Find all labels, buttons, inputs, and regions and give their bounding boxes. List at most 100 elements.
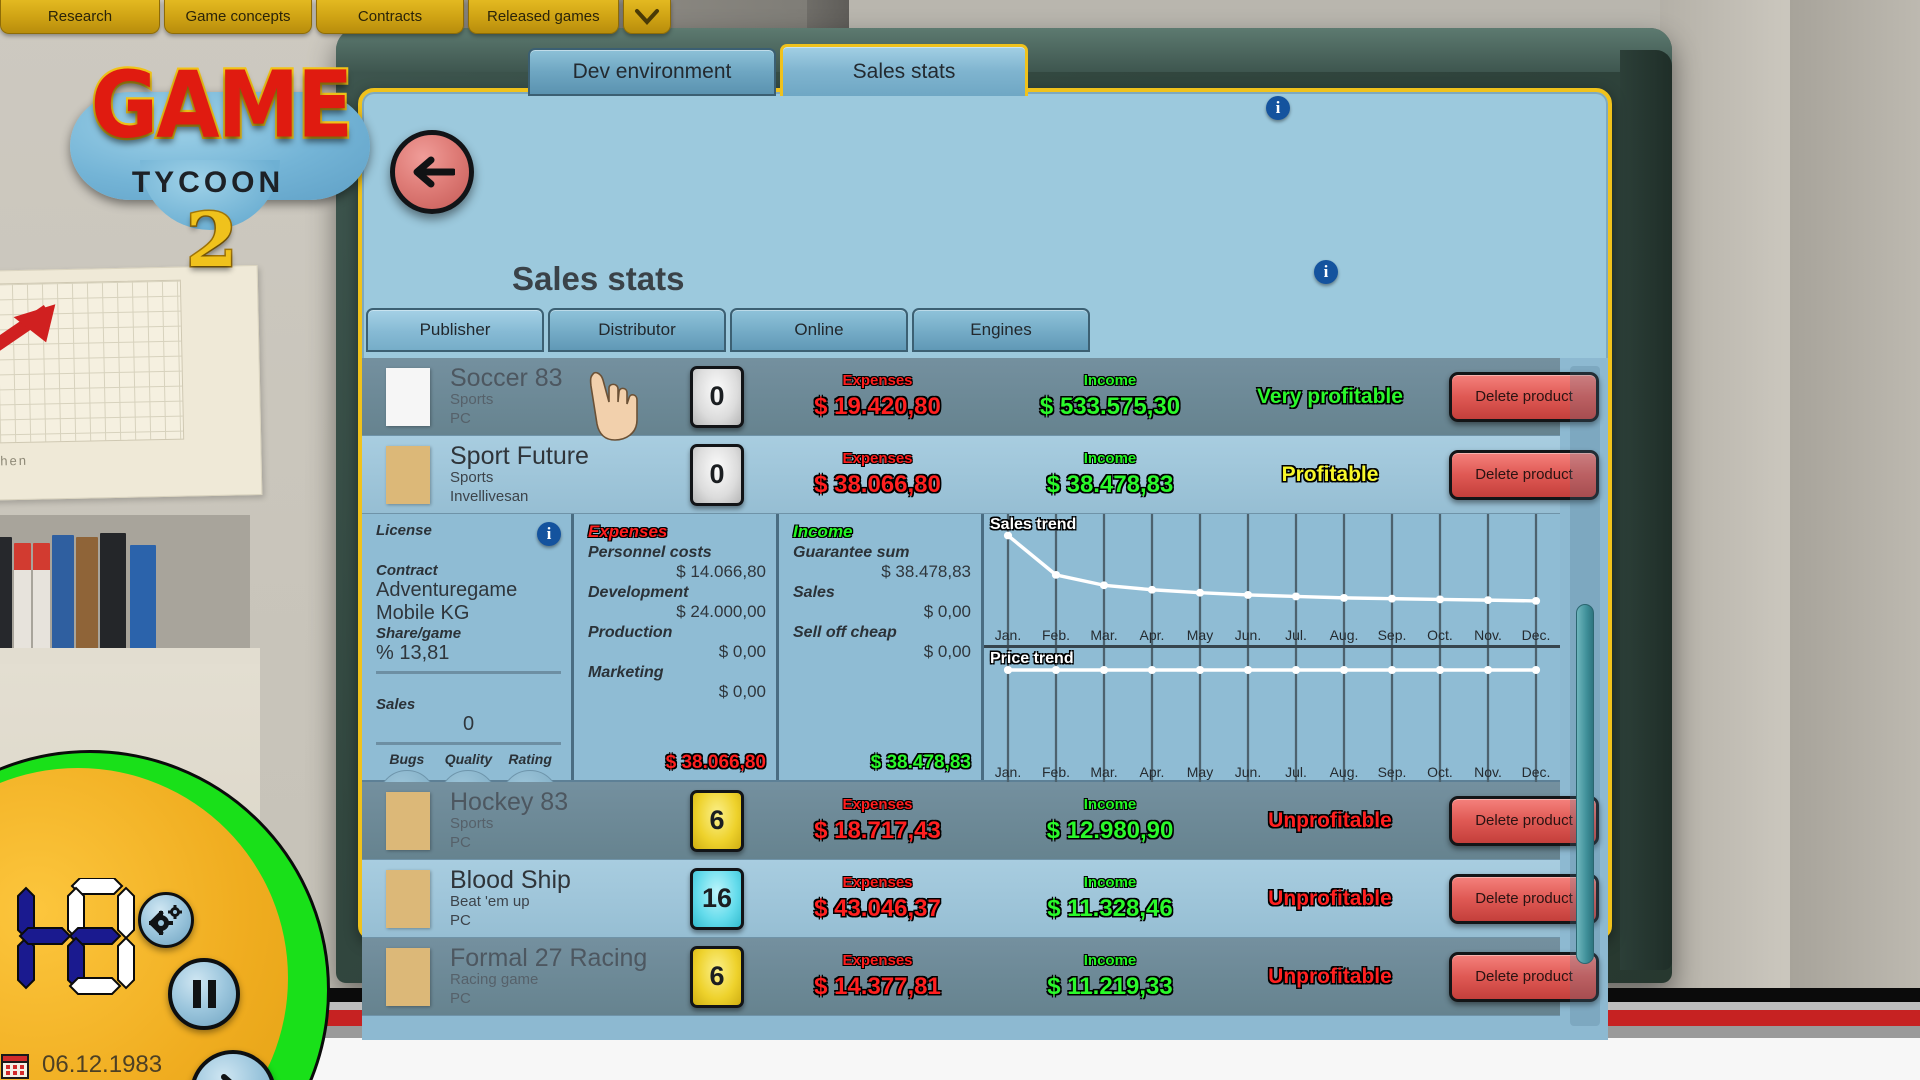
trend-charts: Sales trend Jan.Feb.Mar.Apr.MayJun.Jul.A… (984, 514, 1560, 780)
chart-x-tick: Apr. (1128, 764, 1176, 780)
expenses-cell: Expenses $ 43.046,37 (770, 874, 985, 923)
product-thumbnail (386, 792, 430, 850)
nav-tab-label: Contracts (358, 8, 422, 25)
chart-x-tick: Jun. (1224, 627, 1272, 643)
expense-name: Marketing (588, 664, 766, 682)
logo-tycoon-text: TYCOON (78, 166, 338, 200)
terminal-side-face (1620, 50, 1672, 970)
chart-x-axis-labels: Jan.Feb.Mar.Apr.MayJun.Jul.Aug.Sep.Oct.N… (984, 627, 1560, 643)
income-cell: Income $ 533.575,30 (995, 372, 1225, 421)
status-badge: Unprofitable (1225, 965, 1435, 989)
book (76, 537, 98, 655)
list-scrollbar-thumb[interactable] (1576, 604, 1594, 964)
delete-button-label: Delete product (1475, 812, 1573, 829)
sub-tab-distributor[interactable]: Distributor (548, 308, 726, 352)
tab-sales-stats[interactable]: Sales stats (780, 44, 1028, 96)
chart-x-tick: May (1176, 764, 1224, 780)
poster-arrow-icon (0, 300, 79, 383)
income-value: $ 38.478,83 (995, 471, 1225, 499)
nav-tab-research[interactable]: Research (0, 0, 160, 34)
contract-value: Adventuregame Mobile KG (376, 579, 561, 625)
chart-x-axis-labels: Jan.Feb.Mar.Apr.MayJun.Jul.Aug.Sep.Oct.N… (984, 764, 1560, 780)
expense-item: Marketing $ 0,00 (588, 664, 766, 702)
expense-value: $ 14.066,80 (588, 562, 766, 582)
chart-x-tick: Aug. (1320, 627, 1368, 643)
income-value: $ 38.478,83 (793, 562, 971, 582)
table-row[interactable]: Formal 27 Racing Racing game PC 6 Expens… (362, 938, 1560, 1016)
hud-date-value: 06.12.1983 (42, 1051, 162, 1079)
arrow-left-icon (409, 155, 455, 189)
nav-tab-released-games[interactable]: Released games (468, 0, 619, 34)
income-name: Sell off cheap (793, 624, 971, 642)
sub-tab-bar: Publisher Distributor Online Engines (366, 308, 1090, 352)
age-rating-badge: 6 (690, 790, 744, 852)
chart-x-tick: Oct. (1416, 764, 1464, 780)
table-row[interactable]: Blood Ship Beat 'em up PC 16 Expenses $ … (362, 860, 1560, 938)
back-button[interactable] (390, 130, 474, 214)
nav-tab-contracts[interactable]: Contracts (316, 0, 464, 34)
book (33, 543, 50, 655)
price-trend-chart: Price trend Jan.Feb.Mar.Apr.MayJun.Jul.A… (984, 648, 1560, 782)
income-item: Sell off cheap $ 0,00 (793, 624, 971, 662)
expense-value: $ 24.000,00 (588, 602, 766, 622)
product-platform: PC (450, 834, 680, 853)
nav-expand-button[interactable] (623, 0, 671, 34)
product-title: Sport Future (450, 443, 680, 469)
expenses-value: $ 43.046,37 (770, 895, 985, 923)
book (14, 543, 31, 655)
product-genre: Sports (450, 469, 680, 488)
hud-date-row: 06.12.1983 (0, 1050, 162, 1080)
chart-data-point (1340, 666, 1348, 674)
chart-x-tick: May (1176, 627, 1224, 643)
table-row[interactable]: Soccer 83 Sports PC 0 Expenses $ 19.420,… (362, 358, 1560, 436)
price-trend-svg (984, 648, 1560, 782)
chart-x-tick: Aug. (1320, 764, 1368, 780)
expenses-label: Expenses (770, 874, 985, 891)
product-platform: PC (450, 912, 680, 931)
chart-data-point (1196, 589, 1204, 597)
expense-value: $ 0,00 (588, 642, 766, 662)
expenses-value: $ 19.420,80 (770, 393, 985, 421)
divider (376, 742, 561, 745)
license-info-icon[interactable]: i (537, 522, 561, 546)
expenses-cell: Expenses $ 38.066,80 (770, 450, 985, 499)
header-info-icon[interactable]: i (1266, 96, 1290, 120)
tab-label: Sales stats (853, 60, 956, 84)
table-row[interactable]: Hockey 83 Sports PC 6 Expenses $ 18.717,… (362, 782, 1560, 860)
income-label: Income (995, 450, 1225, 467)
chart-data-point (1436, 666, 1444, 674)
income-cell: Income $ 12.980,90 (995, 796, 1225, 845)
sub-tab-publisher[interactable]: Publisher (366, 308, 544, 352)
chart-x-tick: Apr. (1128, 627, 1176, 643)
product-platform: PC (450, 990, 680, 1009)
chart-x-tick: Nov. (1464, 627, 1512, 643)
speed-seven-segment-display (10, 878, 140, 1018)
income-label: Income (995, 372, 1225, 389)
nav-tab-game-concepts[interactable]: Game concepts (164, 0, 312, 34)
chart-gridlines (1008, 514, 1536, 645)
book (0, 537, 12, 655)
chart-data-point (1148, 666, 1156, 674)
product-names: Hockey 83 Sports PC (450, 789, 680, 853)
pause-button[interactable] (168, 958, 240, 1030)
chart-x-tick: Feb. (1032, 627, 1080, 643)
sub-tab-engines[interactable]: Engines (912, 308, 1090, 352)
tab-dev-environment[interactable]: Dev environment (528, 48, 776, 96)
list-scrollbar-track[interactable] (1570, 366, 1600, 1026)
expenses-value: $ 38.066,80 (770, 471, 985, 499)
sales-trend-chart: Sales trend Jan.Feb.Mar.Apr.MayJun.Jul.A… (984, 514, 1560, 648)
table-row[interactable]: Sport Future Sports Invellivesan 0 Expen… (362, 436, 1560, 514)
settings-button[interactable] (138, 892, 194, 948)
product-platform: PC (450, 410, 680, 429)
sales-stats-window: Dev environment Sales stats Sales stats … (358, 88, 1612, 940)
license-column: License i Contract Adventuregame Mobile … (362, 514, 574, 780)
sub-tab-label: Online (794, 320, 843, 340)
sub-tab-online[interactable]: Online (730, 308, 908, 352)
expense-item: Production $ 0,00 (588, 624, 766, 662)
page-info-icon[interactable]: i (1314, 260, 1338, 284)
income-value: $ 0,00 (793, 642, 971, 662)
calendar-icon (0, 1050, 30, 1080)
delete-button-label: Delete product (1475, 968, 1573, 985)
sub-tab-label: Engines (970, 320, 1031, 340)
chart-x-tick: Sep. (1368, 627, 1416, 643)
